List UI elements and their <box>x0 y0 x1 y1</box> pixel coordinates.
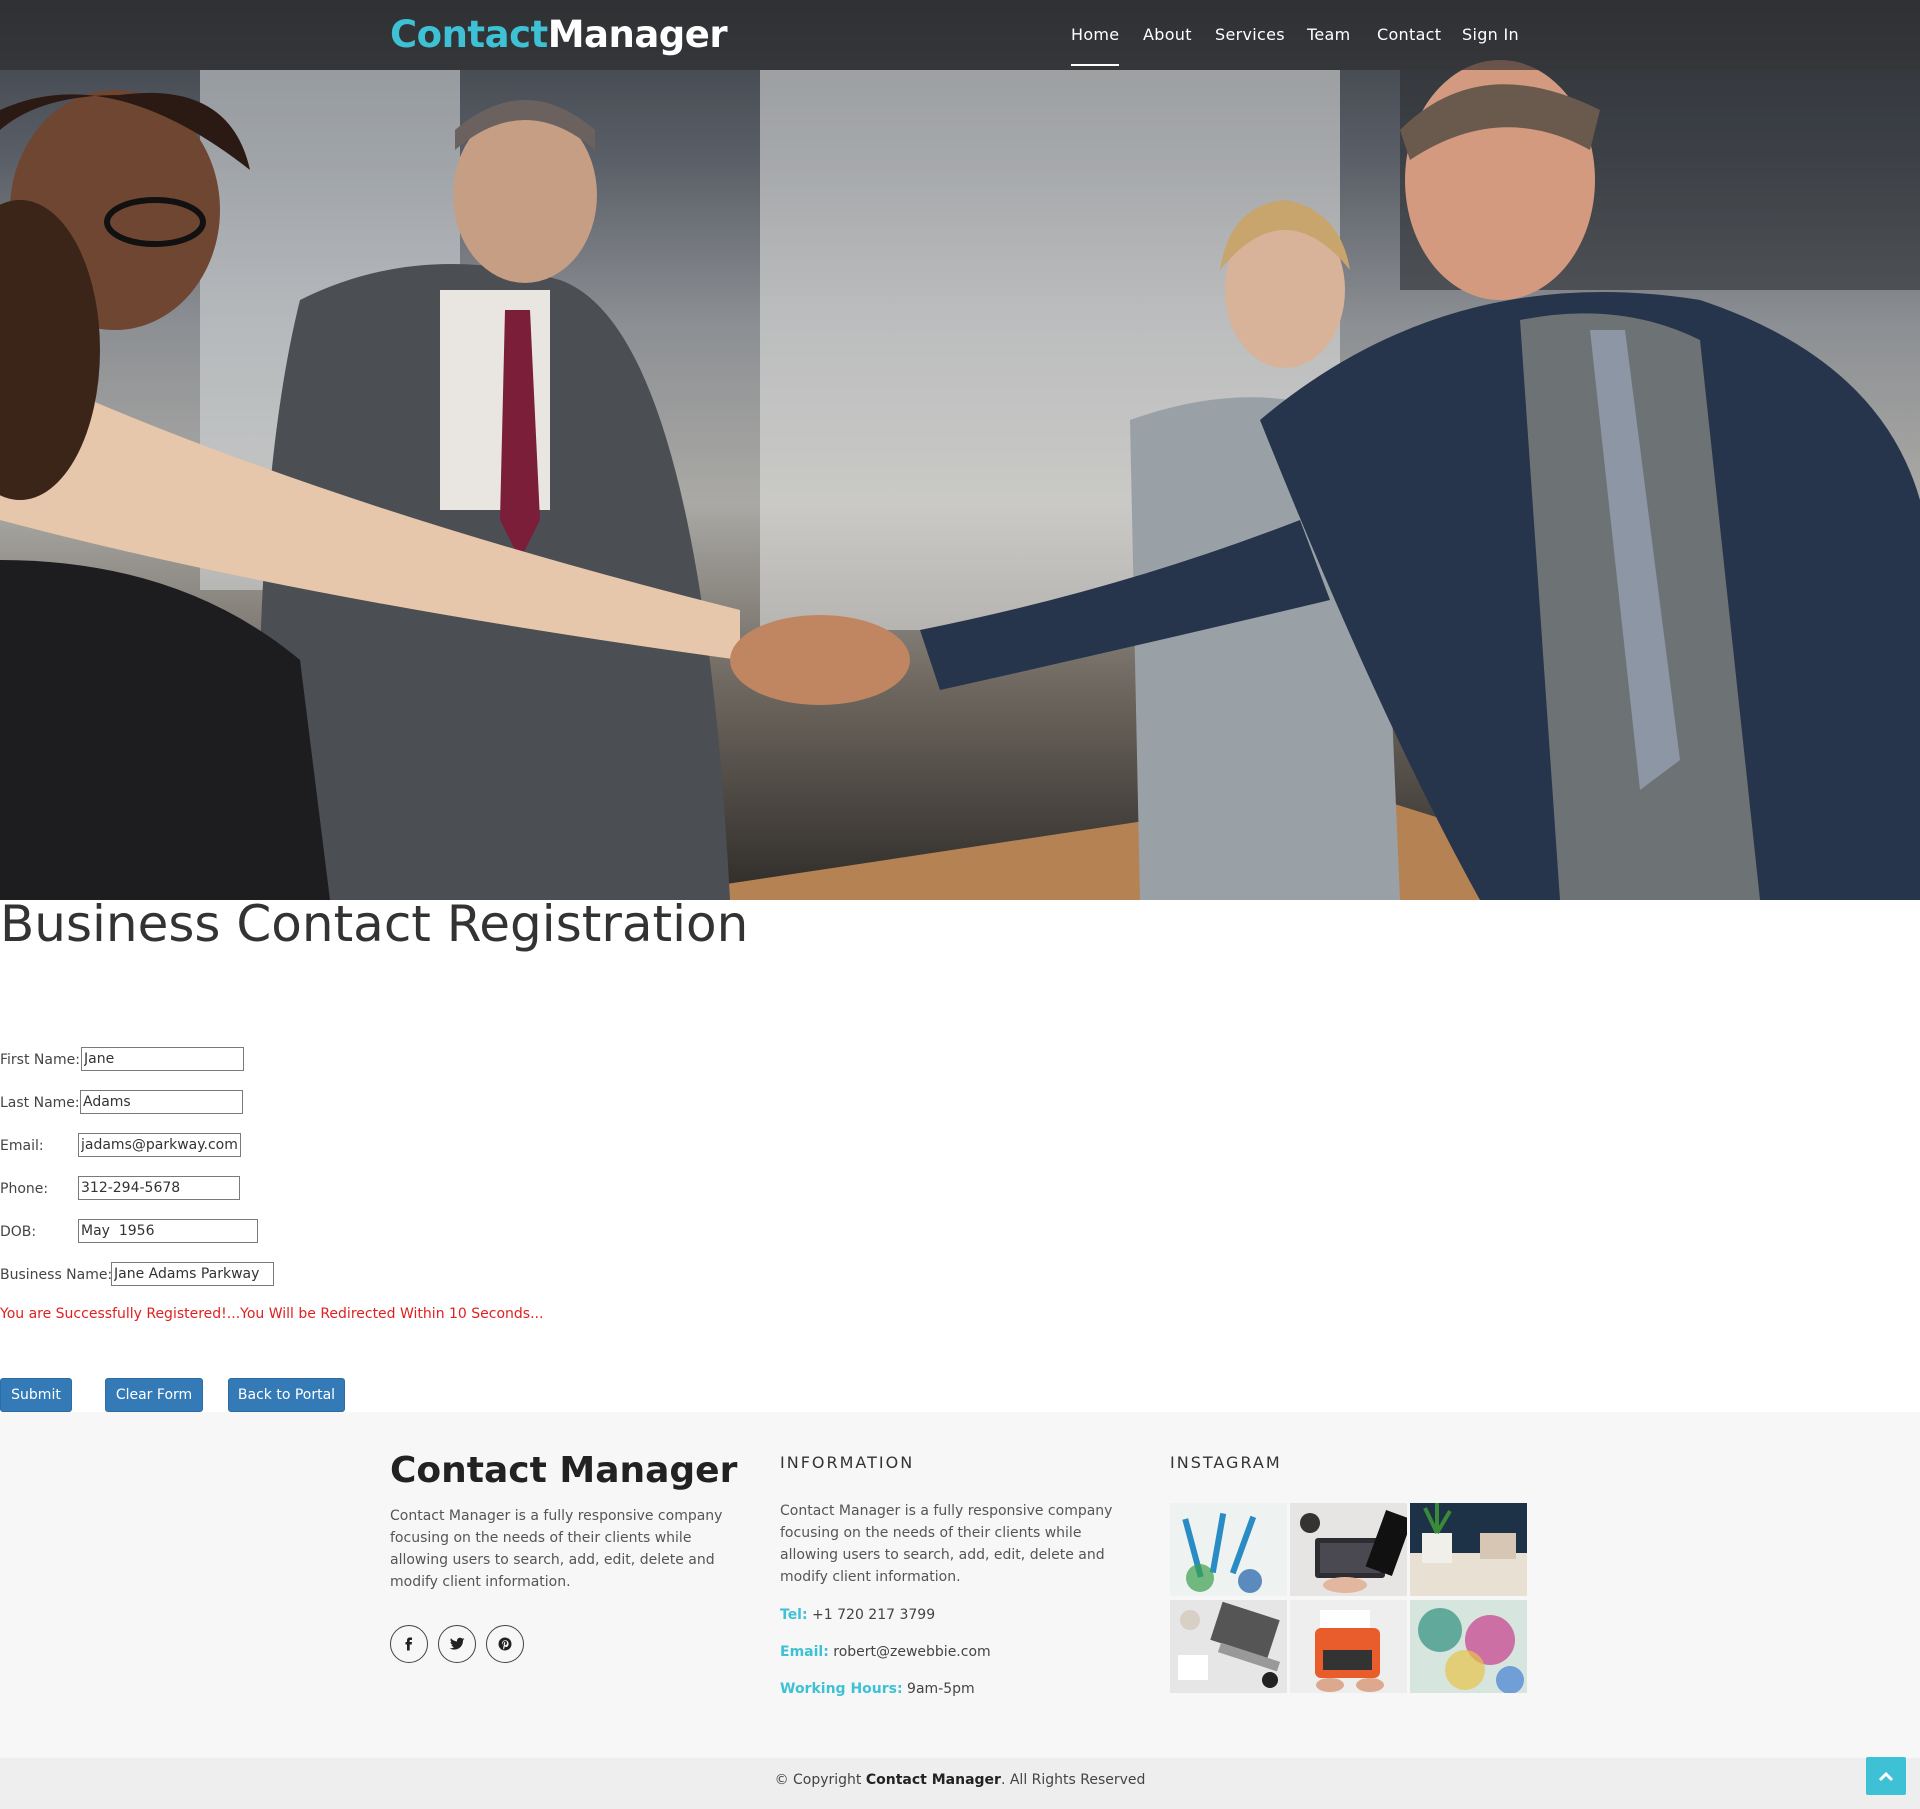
email-label: Email: <box>780 1644 829 1660</box>
nav-contact[interactable]: Contact <box>1377 22 1441 48</box>
copyright-brand: Contact Manager <box>865 1772 1001 1788</box>
copyright-prefix: © Copyright <box>774 1772 862 1788</box>
facebook-icon[interactable] <box>390 1625 428 1663</box>
chevron-up-icon <box>1878 1771 1894 1782</box>
page-title: Business Contact Registration <box>0 895 749 953</box>
tel-label: Tel: <box>780 1607 808 1623</box>
phone-input[interactable] <box>78 1176 240 1200</box>
nav-home[interactable]: Home <box>1071 22 1120 66</box>
first-name-input[interactable] <box>81 1047 244 1071</box>
dob-label: DOB: <box>0 1224 37 1240</box>
hours-value: 9am-5pm <box>907 1681 975 1697</box>
laptop-desk-photo[interactable] <box>1290 1503 1407 1596</box>
email-line: Email: robert@zewebbie.com <box>780 1644 991 1660</box>
email-label: Email: <box>0 1138 44 1154</box>
footer-about-text: Contact Manager is a fully responsive co… <box>390 1508 723 1590</box>
top-navbar: ContactManager Home About Services Team … <box>0 0 1920 70</box>
phone-label: Phone: <box>0 1181 49 1197</box>
workspace-laptop-photo[interactable] <box>1170 1600 1287 1693</box>
instagram-heading: INSTAGRAM <box>1170 1453 1282 1472</box>
nav-sign-in[interactable]: Sign In <box>1462 22 1519 48</box>
business-name-label: Business Name: <box>0 1267 113 1283</box>
business-handshake-photo <box>0 60 1920 900</box>
submit-button[interactable]: Submit <box>0 1378 72 1412</box>
nav-services[interactable]: Services <box>1215 22 1285 48</box>
tel-line: Tel: +1 720 217 3799 <box>780 1607 935 1623</box>
email-value[interactable]: robert@zewebbie.com <box>833 1644 990 1660</box>
copyright: © Copyright Contact Manager. All Rights … <box>0 1772 1920 1788</box>
hours-line: Working Hours: 9am-5pm <box>780 1681 975 1697</box>
footer-brand: Contact Manager <box>390 1450 738 1491</box>
brand-logo[interactable]: ContactManager <box>390 12 728 58</box>
nav-about[interactable]: About <box>1143 22 1192 48</box>
plant-desk-photo[interactable] <box>1410 1503 1527 1596</box>
information-text: Contact Manager is a fully responsive co… <box>780 1503 1113 1585</box>
back-to-top-button[interactable] <box>1866 1757 1906 1795</box>
twitter-icon[interactable] <box>438 1625 476 1663</box>
pinterest-icon[interactable] <box>486 1625 524 1663</box>
copyright-suffix: . All Rights Reserved <box>1000 1772 1146 1788</box>
first-name-label: First Name: <box>0 1052 80 1068</box>
dob-input[interactable] <box>78 1219 258 1243</box>
brand-part2: Manager <box>547 13 728 56</box>
last-name-input[interactable] <box>80 1090 243 1114</box>
success-message: You are Successfully Registered!...You W… <box>0 1306 544 1322</box>
hero-section: ContactManager Home About Services Team … <box>0 0 1920 900</box>
brand-part1: Contact <box>390 13 548 56</box>
email-input[interactable] <box>78 1133 241 1157</box>
clear-form-button[interactable]: Clear Form <box>105 1378 203 1412</box>
business-name-input[interactable] <box>111 1262 274 1286</box>
abstract-paint-photo[interactable] <box>1410 1600 1527 1693</box>
tel-value[interactable]: +1 720 217 3799 <box>812 1607 935 1623</box>
back-to-portal-button[interactable]: Back to Portal <box>228 1378 345 1412</box>
last-name-label: Last Name: <box>0 1095 80 1111</box>
art-supplies-photo[interactable] <box>1170 1503 1287 1596</box>
hours-label: Working Hours: <box>780 1681 903 1697</box>
typewriter-photo[interactable] <box>1290 1600 1407 1693</box>
nav-team[interactable]: Team <box>1307 22 1351 48</box>
information-heading: INFORMATION <box>780 1453 915 1472</box>
